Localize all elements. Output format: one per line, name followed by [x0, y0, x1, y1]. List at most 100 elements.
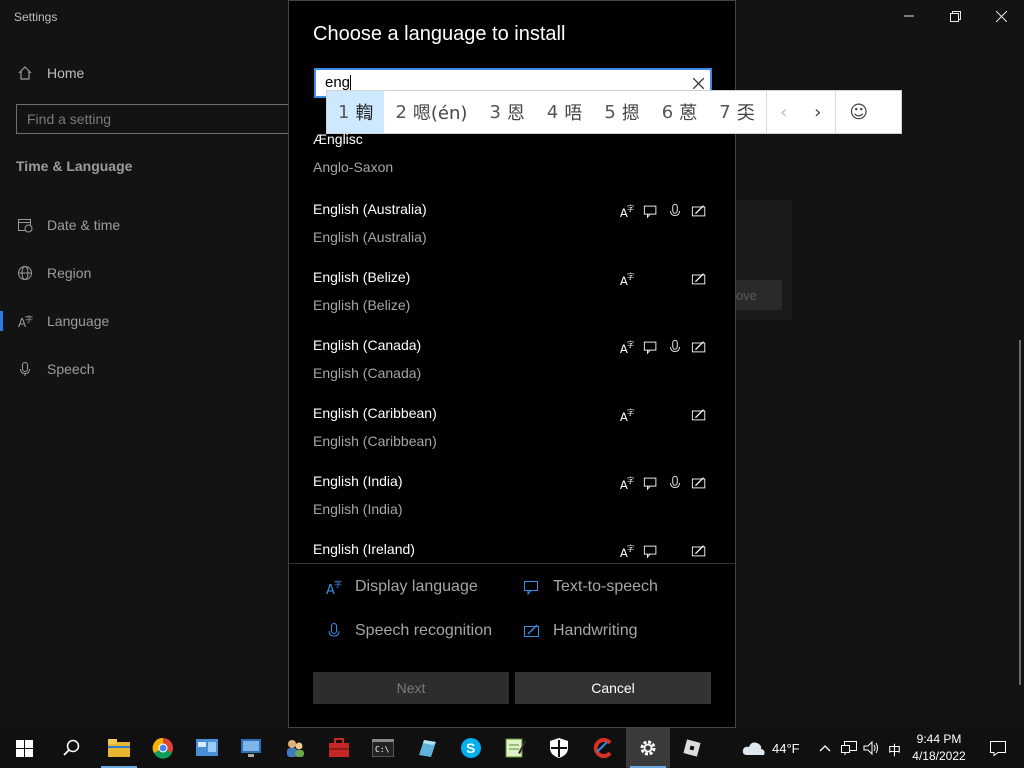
speech-recognition-icon: [667, 203, 683, 219]
find-setting-input[interactable]: Find a setting: [16, 104, 289, 134]
ime-next-page-button[interactable]: ›: [801, 91, 835, 133]
taskbar-file-explorer[interactable]: [97, 728, 141, 768]
restore-button[interactable]: [932, 0, 978, 32]
taskbar-users[interactable]: [273, 728, 317, 768]
scrollbar[interactable]: [1019, 340, 1021, 685]
clock[interactable]: 9:44 PM 4/18/2022: [906, 731, 972, 765]
ime-candidate[interactable]: 6蒽: [651, 91, 708, 133]
show-hidden-icons-button[interactable]: [815, 728, 835, 768]
svg-text:字: 字: [334, 579, 342, 589]
cancel-button[interactable]: Cancel: [515, 672, 711, 704]
language-name: English (Canada): [313, 337, 422, 353]
language-list-item[interactable]: English (Ireland) A 字: [313, 541, 713, 563]
next-button-label: Next: [396, 680, 426, 696]
svg-text:字: 字: [627, 272, 634, 281]
taskbar-ccleaner[interactable]: [581, 728, 625, 768]
taskbar-remote-desktop[interactable]: [229, 728, 273, 768]
ime-candidate-text: 摁: [621, 103, 640, 124]
handwriting-icon: [691, 407, 707, 423]
taskbar-control-panel[interactable]: [185, 728, 229, 768]
ime-emoji-button[interactable]: ☺: [836, 91, 882, 133]
language-list-item[interactable]: English (Australia) English (Australia) A 字: [313, 201, 713, 269]
start-button[interactable]: [2, 728, 46, 768]
ime-mode-indicator[interactable]: 中: [888, 740, 901, 759]
handwriting-icon: [524, 624, 539, 637]
sidebar-item-label: Region: [47, 265, 92, 281]
close-button[interactable]: [978, 0, 1024, 32]
sidebar-item-speech[interactable]: Speech: [16, 357, 94, 381]
ime-candidate[interactable]: 2 嗯(én): [384, 91, 478, 133]
taskbar-toolbox[interactable]: [317, 728, 361, 768]
taskbar-settings[interactable]: [626, 728, 670, 768]
language-name: English (Caribbean): [313, 405, 437, 421]
handwriting-icon: [691, 475, 707, 491]
clear-icon: [692, 77, 705, 90]
network-button[interactable]: [838, 728, 860, 768]
weather-temp[interactable]: 44°F: [772, 741, 800, 756]
skype-icon: S: [461, 738, 481, 758]
language-list-item[interactable]: Ænglisc Anglo-Saxon: [313, 131, 713, 199]
ime-candidate-text: 輷: [355, 103, 374, 124]
language-list-item[interactable]: English (Belize) English (Belize) A 字: [313, 269, 713, 337]
language-list-item[interactable]: English (India) English (India) A 字: [313, 473, 713, 541]
ime-candidate[interactable]: 5摁: [593, 91, 650, 133]
language-list-item[interactable]: English (Caribbean) English (Caribbean) A 字: [313, 405, 713, 473]
ccleaner-icon: [593, 738, 612, 758]
handwriting-icon: [691, 203, 707, 219]
sidebar-item-language[interactable]: A字 Language: [16, 309, 109, 333]
volume-button[interactable]: [861, 728, 883, 768]
display-language-icon: A字: [619, 271, 635, 288]
language-list-item[interactable]: English (Canada) English (Canada) A 字: [313, 337, 713, 405]
speech-recognition-icon: [667, 339, 683, 355]
restore-icon: [949, 10, 961, 22]
settings-icon: [640, 740, 656, 756]
sidebar-item-date-time[interactable]: Date & time: [16, 213, 120, 237]
window-title: Settings: [14, 10, 58, 24]
sidebar-item-region[interactable]: Region: [16, 261, 91, 285]
close-icon: [995, 10, 1007, 22]
search-button[interactable]: [50, 728, 94, 768]
text-cursor: [350, 74, 352, 92]
sidebar-item-label: Date & time: [47, 217, 121, 233]
ime-candidate-number: 6: [661, 101, 674, 123]
language-native-name: English (India): [313, 501, 403, 517]
taskbar-command-prompt[interactable]: C:\: [361, 728, 405, 768]
text-to-speech-icon: [524, 581, 538, 596]
remove-button-label: ove: [736, 287, 757, 303]
action-center-button[interactable]: [976, 728, 1020, 768]
display-language-icon: A字: [619, 203, 635, 220]
legend-label: Handwriting: [553, 622, 638, 639]
minimize-button[interactable]: [886, 0, 932, 32]
start-icon: [15, 739, 33, 757]
ime-candidate[interactable]: 1輷: [327, 91, 385, 133]
display-language-icon: A字: [619, 543, 635, 560]
display-language-icon: A字: [619, 407, 635, 424]
ime-candidate-text: 恩: [506, 103, 525, 124]
minimize-icon: [904, 15, 914, 17]
handwriting-icon: [691, 271, 707, 287]
ime-prev-page-button[interactable]: ‹: [767, 91, 801, 133]
taskbar-notepad[interactable]: [493, 728, 537, 768]
remote-desktop-icon: [241, 739, 261, 757]
ime-candidate[interactable]: 7奀: [708, 91, 765, 133]
ime-candidate-window: 1 輷 2 嗯(én) 3 恩 4 唔 5 摁 6 蒽 7 奀 ‹ › ☺: [326, 90, 902, 134]
language-native-name: English (Canada): [313, 365, 422, 381]
next-button[interactable]: Next: [313, 672, 509, 704]
handwriting-icon: [691, 543, 707, 559]
sidebar-item-home[interactable]: Home: [16, 61, 84, 85]
file-explorer-icon: [108, 739, 130, 757]
taskbar-skype[interactable]: S: [449, 728, 493, 768]
weather-widget[interactable]: [740, 728, 768, 768]
notification-icon: [990, 741, 1006, 757]
text-to-speech-icon: [643, 475, 659, 491]
chrome-icon: [152, 737, 173, 759]
ime-candidate[interactable]: 3恩: [478, 91, 535, 133]
taskbar-roblox[interactable]: [670, 728, 714, 768]
ime-candidate-text: 蒽: [679, 103, 698, 124]
taskbar-app[interactable]: [405, 728, 449, 768]
ime-candidate[interactable]: 4唔: [536, 91, 593, 133]
calendar-clock-icon: [16, 216, 34, 234]
taskbar-security[interactable]: [537, 728, 581, 768]
taskbar-chrome[interactable]: [141, 728, 185, 768]
remove-button[interactable]: ove: [736, 280, 782, 310]
